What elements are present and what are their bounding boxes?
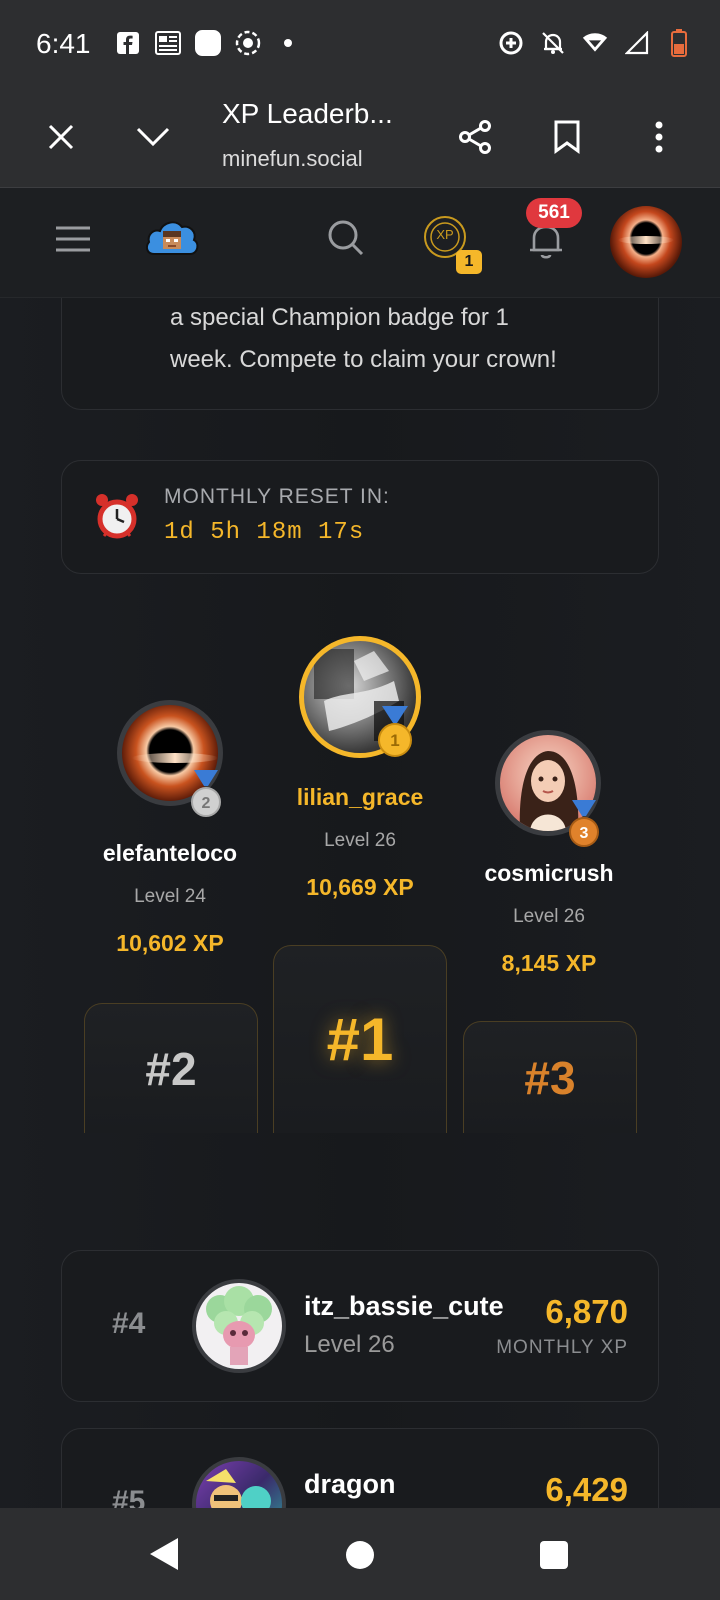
xp-coin-label: XP [436,227,454,242]
site-logo[interactable] [144,214,200,260]
avatar-art [618,236,674,244]
news-icon [155,30,181,56]
xp-coin-button[interactable]: XP 1 [422,214,482,274]
podium-3-level: Level 26 [513,906,585,927]
status-time: 6:41 [36,28,91,59]
menu-icon[interactable] [54,224,92,254]
monthly-reset-card: MONTHLY RESET IN: 1d 5h 18m 17s [61,460,659,574]
search-icon[interactable] [326,218,366,258]
row-name[interactable]: itz_bassie_cute [304,1291,504,1322]
champion-info-line-2: week. Compete to claim your crown! [170,346,557,373]
champion-info-line-1: a special Champion badge for 1 [170,304,509,331]
row-level: Level 26 [304,1331,395,1358]
status-bar: 6:41 [0,0,720,90]
podium-1-level: Level 26 [324,830,396,851]
podium-1-xp: 10,669 XP [306,874,414,900]
more-vert-icon[interactable] [634,112,684,162]
status-system-icons [498,29,692,57]
notifications-button[interactable]: 561 [524,198,582,264]
podium-2-level: Level 24 [134,886,206,907]
page-url[interactable]: minefun.social [222,146,363,172]
podium-1-pedestal: #1 [273,945,447,1133]
leaderboard-row[interactable]: #5 dragon 6,429 [61,1428,659,1508]
champion-info-text: a special Champion badge for 1 week. Com… [170,298,557,381]
podium-1-name[interactable]: lilian_grace [260,784,460,811]
data-saver-icon [498,30,524,56]
system-navigation-bar [0,1508,720,1600]
xp-coin-badge: 1 [456,250,482,274]
row-xp: 6,870 [545,1293,628,1330]
reset-label: MONTHLY RESET IN: [164,485,390,508]
champion-info-card: a special Champion badge for 1 week. Com… [61,298,659,410]
podium-3-pedestal: #3 [463,1021,637,1133]
leaderboard-content: a special Champion badge for 1 week. Com… [0,298,720,1508]
browser-toolbar: XP Leaderb... minefun.social [0,90,720,188]
bronze-medal-icon: 3 [568,800,600,847]
screen-record-icon [235,30,261,56]
dot-icon [275,30,301,56]
podium-3-name[interactable]: cosmicrush [449,860,649,887]
chevron-down-icon[interactable] [128,112,178,162]
wifi-icon [582,30,608,56]
row-rank: #4 [112,1307,146,1340]
reset-countdown: 1d 5h 18m 17s [164,519,365,546]
home-icon[interactable] [345,1540,375,1570]
notification-count-badge: 561 [526,198,582,228]
close-icon[interactable] [36,112,86,162]
bookmark-icon[interactable] [542,112,592,162]
row-name[interactable]: dragon [304,1469,396,1500]
leaderboard-row[interactable]: #4 itz_bassie_cute Level 26 6,870 MONTHL… [61,1250,659,1402]
row-avatar[interactable] [192,1279,286,1373]
status-notification-icons [115,30,301,56]
svg-text:1: 1 [390,731,399,750]
row-xp-label: MONTHLY XP [496,1337,628,1358]
row-rank: #5 [112,1485,146,1508]
svg-text:2: 2 [202,795,211,812]
avatar-art [132,753,218,763]
page-title: XP Leaderb... [222,98,393,129]
alarm-clock-icon [94,491,140,541]
app-square-icon [195,30,221,56]
silver-medal-icon: 2 [190,770,222,817]
row-xp: 6,429 [545,1471,628,1508]
recents-icon[interactable] [539,1540,569,1570]
podium-2-pedestal: #2 [84,1003,258,1133]
signal-icon [624,30,650,56]
back-icon[interactable] [146,1536,182,1572]
user-avatar[interactable] [610,206,682,278]
avatar-art [206,1469,271,1508]
svg-text:3: 3 [580,825,589,842]
battery-low-icon [666,29,692,57]
bell-off-icon [540,30,566,56]
podium-3-xp: 8,145 XP [501,950,597,976]
gold-medal-icon: 1 [378,706,412,757]
avatar-art [206,1286,272,1365]
facebook-icon [115,30,141,56]
site-header: XP 1 561 [0,188,720,298]
row-avatar[interactable] [192,1457,286,1508]
podium-2-name[interactable]: elefanteloco [70,840,270,867]
share-icon[interactable] [450,112,500,162]
podium-2-xp: 10,602 XP [116,930,224,956]
